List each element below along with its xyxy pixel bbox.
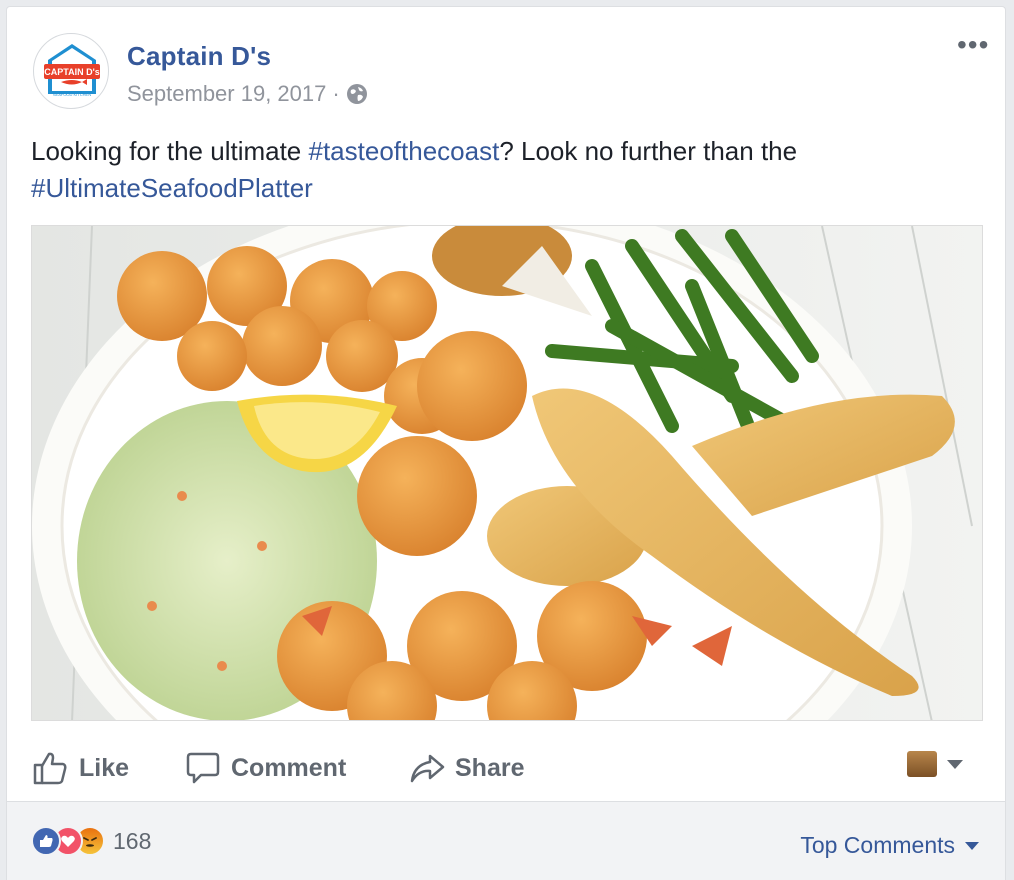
page-name-link[interactable]: Captain D's (127, 41, 271, 72)
chevron-down-icon (947, 759, 963, 769)
svg-text:SEAFOOD KITCHEN: SEAFOOD KITCHEN (53, 92, 91, 97)
seafood-platter-image (32, 226, 982, 720)
meta-separator: · (332, 81, 340, 106)
chevron-down-icon (965, 841, 979, 850)
comment-button[interactable]: Comment (185, 741, 346, 795)
post-date[interactable]: September 19, 2017 (127, 81, 326, 107)
page-avatar[interactable]: CAPTAIN D's SEAFOOD KITCHEN (33, 33, 109, 109)
post-footer: 168 Top Comments (7, 801, 1005, 880)
like-button[interactable]: Like (31, 741, 129, 795)
comment-label: Comment (231, 753, 347, 782)
like-reaction-icon (31, 826, 61, 856)
thumbs-up-icon (33, 752, 67, 785)
post-card: CAPTAIN D's SEAFOOD KITCHEN Captain D's … (6, 6, 1006, 880)
like-label: Like (79, 753, 130, 782)
post-text-part-1: Looking for the ultimate (31, 136, 309, 166)
hashtag-tasteofthecoast[interactable]: #tasteofthecoast (309, 136, 500, 166)
post-text: Looking for the ultimate #tasteofthecoas… (31, 133, 991, 207)
post-action-bar: Like Comment Share (7, 741, 1005, 795)
hashtag-ultimateseafoodplatter[interactable]: #UltimateSeafoodPlatter (31, 173, 313, 203)
page-thumbnail-icon (907, 751, 937, 777)
post-as-selector[interactable] (907, 751, 963, 777)
captain-ds-logo-icon: CAPTAIN D's SEAFOOD KITCHEN (44, 44, 100, 97)
svg-text:CAPTAIN D's: CAPTAIN D's (44, 67, 99, 77)
more-options-icon[interactable]: ••• (957, 31, 989, 59)
reaction-summary[interactable]: 168 (31, 826, 151, 856)
post-photo[interactable] (31, 225, 983, 721)
share-label: Share (455, 753, 525, 782)
top-comments-label: Top Comments (800, 832, 955, 858)
top-comments-dropdown[interactable]: Top Comments (800, 832, 979, 859)
share-button[interactable]: Share (409, 741, 524, 795)
comment-bubble-icon (186, 752, 220, 784)
globe-icon[interactable] (346, 83, 368, 105)
reaction-count: 168 (113, 827, 152, 854)
post-meta: September 19, 2017 · (127, 81, 368, 107)
post-text-part-2: ? Look no further than the (499, 136, 798, 166)
share-arrow-icon (410, 754, 445, 783)
